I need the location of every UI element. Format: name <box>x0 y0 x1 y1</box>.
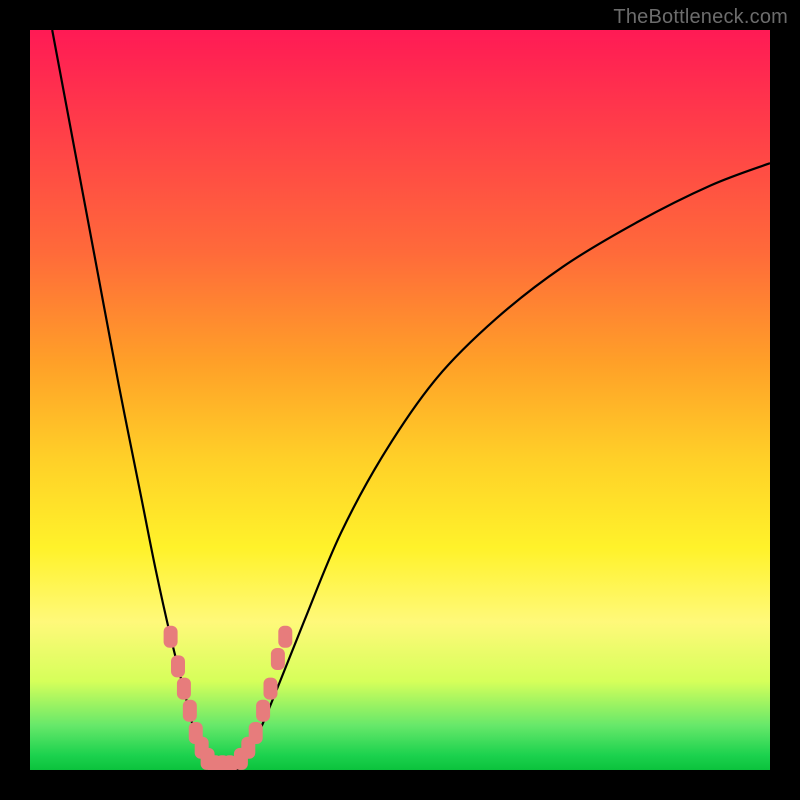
marker-13 <box>256 700 270 722</box>
marker-2 <box>177 678 191 700</box>
watermark-text: TheBottleneck.com <box>613 6 788 29</box>
curve-left-curve <box>52 30 215 770</box>
marker-16 <box>278 626 292 648</box>
curves-svg <box>30 30 770 770</box>
marker-15 <box>271 648 285 670</box>
marker-12 <box>249 722 263 744</box>
marker-1 <box>171 655 185 677</box>
curve-right-curve <box>237 163 770 770</box>
chart-frame: TheBottleneck.com <box>0 0 800 800</box>
marker-14 <box>264 678 278 700</box>
marker-0 <box>164 626 178 648</box>
marker-3 <box>183 700 197 722</box>
plot-area <box>30 30 770 770</box>
